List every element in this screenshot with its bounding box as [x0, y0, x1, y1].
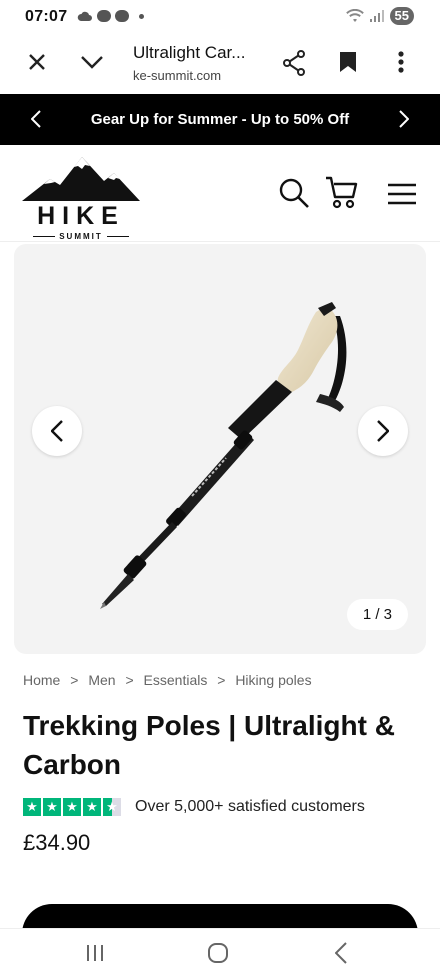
- more-options-icon[interactable]: [398, 51, 404, 73]
- trustpilot-stars: ★ ★ ★ ★ ★: [23, 798, 121, 816]
- breadcrumb-separator: >: [125, 672, 134, 688]
- star-icon: ★: [23, 798, 41, 816]
- mountain-logo-icon: [22, 157, 140, 201]
- app-notification-icon: [97, 10, 111, 22]
- battery-indicator: 55: [389, 7, 414, 25]
- share-icon[interactable]: [282, 50, 306, 76]
- breadcrumb-men[interactable]: Men: [88, 672, 115, 688]
- trekking-pole-image: [100, 302, 347, 609]
- home-icon[interactable]: [207, 942, 229, 964]
- recent-apps-icon[interactable]: [85, 943, 105, 963]
- star-icon: ★: [63, 798, 81, 816]
- status-time: 07:07: [25, 8, 68, 25]
- star-icon: ★: [43, 798, 61, 816]
- logo-subtitle: SUMMIT: [22, 232, 140, 241]
- breadcrumb-essentials[interactable]: Essentials: [144, 672, 208, 688]
- rating-row[interactable]: ★ ★ ★ ★ ★ Over 5,000+ satisfied customer…: [23, 798, 365, 816]
- system-nav-bar: [0, 928, 440, 979]
- page-title: Ultralight Car...: [133, 43, 246, 62]
- star-icon: ★: [83, 798, 101, 816]
- product-title: Trekking Poles | Ultralight & Carbon: [23, 710, 395, 780]
- site-logo[interactable]: HIKE SUMMIT: [22, 155, 140, 241]
- browser-toolbar: Ultralight Car... ke-summit.com: [0, 34, 440, 94]
- breadcrumb-home[interactable]: Home: [23, 672, 60, 688]
- breadcrumb-separator: >: [217, 672, 226, 688]
- rating-text: Over 5,000+ satisfied customers: [135, 798, 365, 815]
- bookmark-icon[interactable]: [339, 51, 357, 73]
- promo-next-icon[interactable]: [399, 110, 409, 128]
- product-price: £34.90: [23, 830, 91, 855]
- wifi-icon: [345, 9, 364, 22]
- system-icons: 55: [345, 7, 414, 25]
- breadcrumb: Home > Men > Essentials > Hiking poles: [23, 672, 318, 688]
- promo-banner: Gear Up for Summer - Up to 50% Off: [0, 94, 440, 145]
- app-notification-icon: [115, 10, 129, 22]
- gallery-next-button[interactable]: [358, 406, 408, 456]
- page-url: ke-summit.com: [133, 68, 222, 83]
- gallery-counter: 1 / 3: [346, 599, 408, 630]
- product-gallery[interactable]: 1 / 3: [14, 244, 426, 654]
- status-bar: 07:07 55: [0, 0, 440, 34]
- site-header: HIKE SUMMIT: [0, 145, 440, 242]
- gallery-prev-button[interactable]: [32, 406, 82, 456]
- chevron-left-icon: [51, 420, 63, 442]
- half-star-icon: ★: [103, 798, 121, 816]
- signal-icon: [369, 10, 384, 22]
- search-icon[interactable]: [278, 177, 310, 209]
- more-notifications-icon: [139, 13, 144, 19]
- promo-text[interactable]: Gear Up for Summer - Up to 50% Off: [0, 111, 440, 128]
- back-icon[interactable]: [335, 942, 347, 964]
- cart-icon[interactable]: [325, 175, 359, 209]
- notification-icons: [77, 10, 144, 22]
- cloud-icon: [77, 11, 92, 21]
- chevron-right-icon: [377, 420, 389, 442]
- menu-icon[interactable]: [387, 183, 417, 205]
- breadcrumb-separator: >: [70, 672, 79, 688]
- breadcrumb-hiking-poles[interactable]: Hiking poles: [235, 672, 311, 688]
- logo-name: HIKE: [37, 202, 125, 230]
- close-icon[interactable]: [27, 52, 47, 72]
- chevron-down-icon[interactable]: [80, 55, 104, 69]
